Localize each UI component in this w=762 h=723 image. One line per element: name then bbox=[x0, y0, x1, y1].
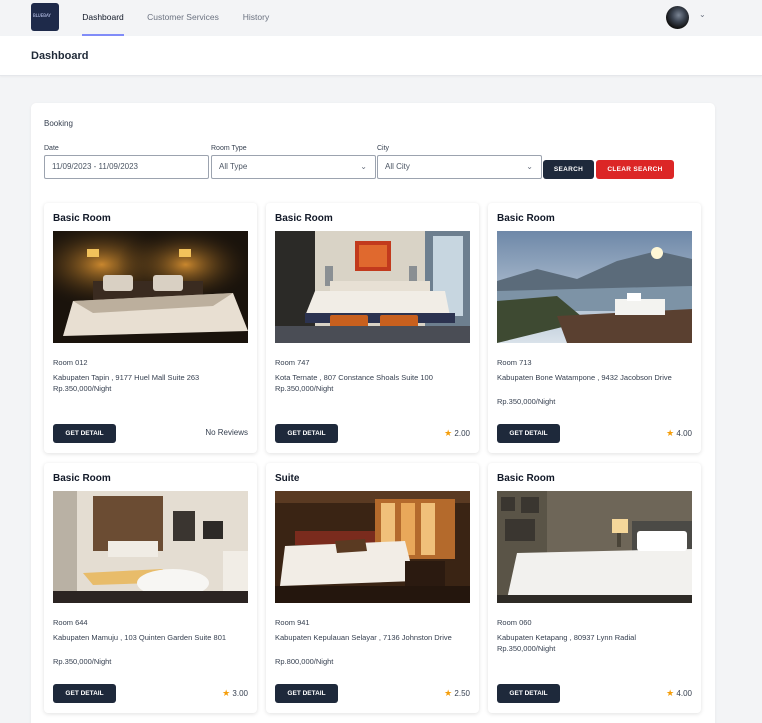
page-header: Dashboard bbox=[0, 36, 762, 76]
star-icon: ★ bbox=[666, 428, 675, 438]
room-number: Room 941 bbox=[275, 618, 310, 627]
room-rating: ★ 3.00 bbox=[222, 688, 248, 699]
booking-panel: Booking Date 11/09/2023 - 11/09/2023 Roo… bbox=[31, 103, 715, 723]
room-number: Room 747 bbox=[275, 358, 310, 367]
room-rating: ★ 2.50 bbox=[444, 688, 470, 699]
room-type-select[interactable]: All Type ⌄ bbox=[211, 155, 376, 179]
get-detail-button[interactable]: GET DETAIL bbox=[497, 424, 560, 443]
star-icon: ★ bbox=[666, 688, 675, 698]
logo-text: BLUEBAY bbox=[33, 13, 51, 18]
room-number: Room 012 bbox=[53, 358, 88, 367]
room-card: Suite Room 941 Kabupaten Kepulauan Selay… bbox=[266, 463, 479, 713]
date-label: Date bbox=[44, 145, 59, 152]
user-avatar[interactable] bbox=[666, 6, 689, 29]
get-detail-button[interactable]: GET DETAIL bbox=[275, 424, 338, 443]
date-range-value: 11/09/2023 - 11/09/2023 bbox=[52, 162, 138, 171]
room-type-label: Room Type bbox=[211, 145, 247, 152]
rating-value: 4.00 bbox=[676, 689, 692, 698]
chevron-down-icon[interactable]: ⌄ bbox=[699, 10, 706, 19]
room-photo bbox=[497, 231, 692, 343]
booking-heading: Booking bbox=[44, 119, 73, 128]
room-address: Kabupaten Kepulauan Selayar , 7136 Johns… bbox=[275, 633, 452, 642]
clear-search-button[interactable]: CLEAR SEARCH bbox=[596, 160, 674, 179]
room-type-title: Basic Room bbox=[53, 213, 111, 224]
get-detail-button[interactable]: GET DETAIL bbox=[275, 684, 338, 703]
room-card: Basic Room Room 012 Kabupaten Tapin , 91… bbox=[44, 203, 257, 453]
star-icon: ★ bbox=[222, 688, 231, 698]
room-photo bbox=[275, 231, 470, 343]
room-address: Kabupaten Bone Watampone , 9432 Jacobson… bbox=[497, 373, 672, 382]
rating-value: No Reviews bbox=[205, 428, 248, 437]
room-address: Kabupaten Ketapang , 80937 Lynn Radial bbox=[497, 633, 637, 642]
room-type-title: Basic Room bbox=[497, 473, 555, 484]
room-photo bbox=[53, 231, 248, 343]
room-price: Rp.350,000/Night bbox=[275, 384, 334, 393]
brand-logo[interactable]: BLUEBAY bbox=[31, 3, 59, 31]
room-address: Kabupaten Mamuju , 103 Quinten Garden Su… bbox=[53, 633, 227, 642]
city-select[interactable]: All City ⌄ bbox=[377, 155, 542, 179]
room-price: Rp.350,000/Night bbox=[53, 384, 112, 393]
rating-value: 2.00 bbox=[454, 429, 470, 438]
room-card: Basic Room Room 060 Kabupaten Ketapang ,… bbox=[488, 463, 701, 713]
nav-history[interactable]: History bbox=[240, 0, 272, 36]
get-detail-button[interactable]: GET DETAIL bbox=[53, 424, 116, 443]
nav-dashboard[interactable]: Dashboard bbox=[82, 0, 124, 36]
room-rating: ★ 4.00 bbox=[666, 428, 692, 439]
room-number: Room 713 bbox=[497, 358, 532, 367]
room-rating: No Reviews bbox=[205, 428, 248, 437]
room-type-title: Suite bbox=[275, 473, 300, 484]
get-detail-button[interactable]: GET DETAIL bbox=[53, 684, 116, 703]
room-photo bbox=[53, 491, 248, 603]
room-type-title: Basic Room bbox=[497, 213, 555, 224]
room-type-title: Basic Room bbox=[53, 473, 111, 484]
room-price: Rp.350,000/Night bbox=[497, 397, 556, 406]
city-value: All City bbox=[385, 162, 410, 171]
room-card: Basic Room Room 747 Kota Ternate , 807 C… bbox=[266, 203, 479, 453]
room-photo bbox=[497, 491, 692, 603]
top-navbar: BLUEBAY Dashboard Customer Services Hist… bbox=[0, 0, 762, 36]
date-range-input[interactable]: 11/09/2023 - 11/09/2023 bbox=[44, 155, 209, 179]
rating-value: 3.00 bbox=[232, 689, 248, 698]
room-price: Rp.350,000/Night bbox=[53, 657, 112, 666]
rating-value: 2.50 bbox=[454, 689, 470, 698]
room-number: Room 060 bbox=[497, 618, 532, 627]
city-label: City bbox=[377, 145, 390, 152]
chevron-down-icon: ⌄ bbox=[526, 162, 533, 171]
room-card: Basic Room Room 644 Kabupaten Mamuju , 1… bbox=[44, 463, 257, 713]
chevron-down-icon: ⌄ bbox=[360, 162, 367, 171]
room-type-title: Basic Room bbox=[275, 213, 333, 224]
room-rating: ★ 4.00 bbox=[666, 688, 692, 699]
room-rating: ★ 2.00 bbox=[444, 428, 470, 439]
star-icon: ★ bbox=[444, 688, 453, 698]
room-address: Kota Ternate , 807 Constance Shoals Suit… bbox=[275, 373, 433, 382]
nav-customer-services[interactable]: Customer Services bbox=[145, 0, 221, 36]
room-photo bbox=[275, 491, 470, 603]
rating-value: 4.00 bbox=[676, 429, 692, 438]
get-detail-button[interactable]: GET DETAIL bbox=[497, 684, 560, 703]
room-card: Basic Room Room 713 Kabupaten Bone Watam… bbox=[488, 203, 701, 453]
room-type-value: All Type bbox=[219, 162, 248, 171]
room-address: Kabupaten Tapin , 9177 Huel Mall Suite 2… bbox=[53, 373, 200, 382]
page-title: Dashboard bbox=[31, 50, 89, 62]
room-price: Rp.350,000/Night bbox=[497, 644, 556, 653]
star-icon: ★ bbox=[444, 428, 453, 438]
room-number: Room 644 bbox=[53, 618, 88, 627]
room-price: Rp.800,000/Night bbox=[275, 657, 334, 666]
search-button[interactable]: SEARCH bbox=[543, 160, 594, 179]
